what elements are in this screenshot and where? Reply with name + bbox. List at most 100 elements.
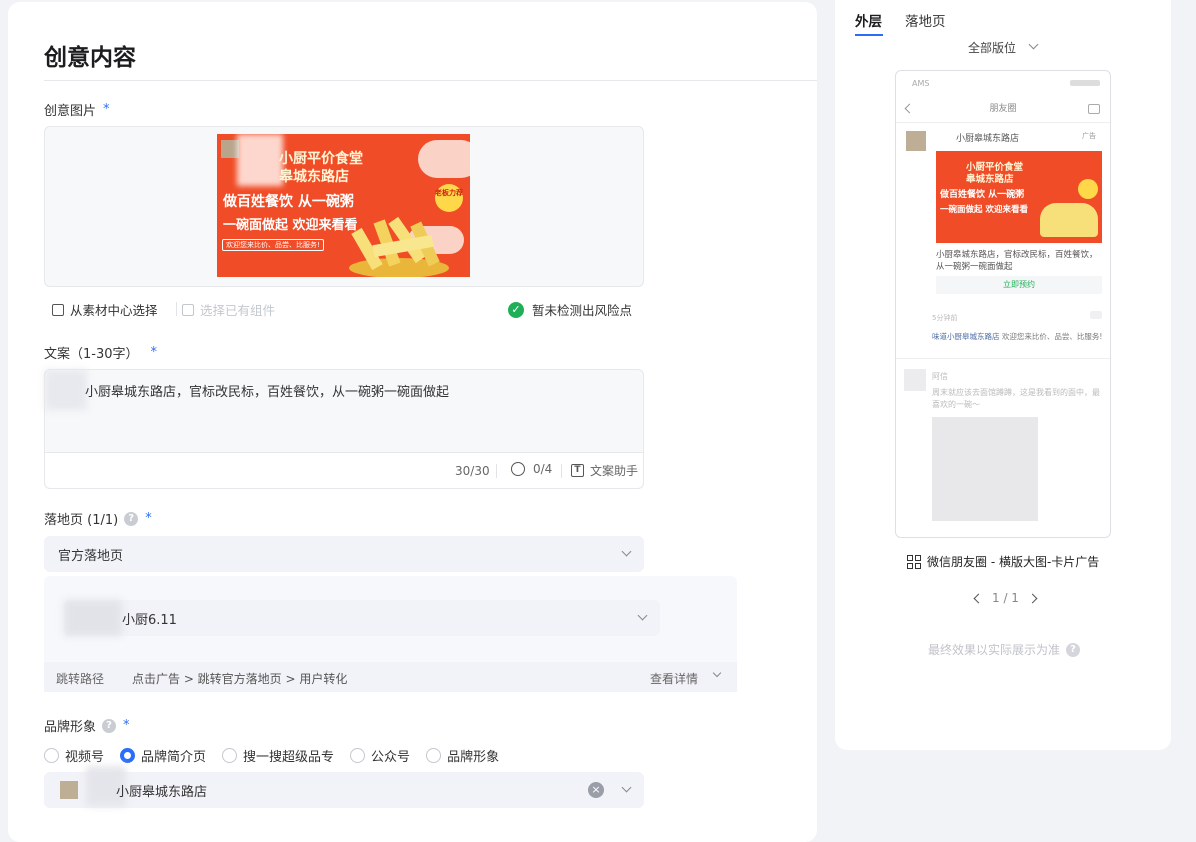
component-icon	[182, 303, 194, 316]
banner-line-3: 做百姓餐饮 从一碗粥	[223, 194, 354, 210]
chevron-down-icon	[637, 610, 648, 621]
ad-banner-image[interactable]: 小厨平价食堂 皋城东路店 做百姓餐饮 从一碗粥 一碗面做起 欢迎来看看 欢迎您来…	[217, 134, 470, 277]
divider	[496, 464, 497, 478]
placement-filter[interactable]: 全部版位	[968, 39, 1039, 56]
title-divider	[44, 80, 817, 81]
page-indicator: 1 / 1	[992, 591, 1019, 605]
smile-icon	[511, 462, 525, 476]
select-existing-component-button[interactable]: 选择已有组件	[182, 300, 275, 319]
risk-status: ✓ 暂未检测出风险点	[508, 300, 632, 319]
friend-name: 阿信	[932, 372, 948, 381]
radio-search-brand-zone[interactable]: 搜一搜超级品专	[222, 746, 334, 765]
phone-navbar: 朋友圈	[896, 95, 1110, 123]
radio-dot[interactable]	[44, 748, 59, 763]
fries-illustration	[349, 216, 449, 277]
radio-dot[interactable]	[350, 748, 366, 763]
help-icon[interactable]: ?	[124, 511, 139, 526]
chevron-down-icon	[621, 782, 632, 793]
text-icon: T	[571, 464, 584, 477]
copy-text-value[interactable]: 小厨皋城东路店，官标改民标，百姓餐饮，从一碗粥一碗面做起	[85, 381, 449, 400]
divider	[896, 358, 1110, 359]
preview-pager: 1 / 1	[973, 591, 1038, 605]
preview-caption-label: 微信朋友圈 - 横版大图-卡片广告	[907, 553, 1099, 570]
preview-card: 外层 落地页 全部版位 AMS 朋友圈 小厨皋城东路店 广告 小厨平价食堂 皋城…	[835, 0, 1171, 750]
banner-line-1: 小厨平价食堂	[279, 151, 363, 167]
banner-small-text: 欢迎您来比价、品尝、比服务!	[222, 239, 324, 251]
image-library-icon	[52, 303, 64, 316]
creative-image-box[interactable]: 小厨平价食堂 皋城东路店 做百姓餐饮 从一碗粥 一碗面做起 欢迎来看看 欢迎您来…	[44, 126, 644, 287]
comment-user: 味道小厨皋城东路店	[932, 332, 1000, 341]
blurred-region	[45, 370, 87, 410]
qr-code-icon[interactable]	[907, 554, 921, 569]
cloud-decoration	[418, 140, 470, 178]
radio-dot-selected[interactable]	[120, 748, 136, 763]
back-icon	[904, 103, 915, 114]
page-title: 创意内容	[44, 45, 136, 71]
preview-banner: 小厨平价食堂 皋城东路店 做百姓餐饮 从一碗粥 一碗面做起 欢迎来看看	[936, 151, 1102, 243]
help-icon[interactable]: ?	[1066, 642, 1081, 657]
post-time: 5分钟前	[932, 314, 958, 322]
chevron-right-icon[interactable]	[1027, 593, 1038, 603]
jump-path-value: 点击广告 > 跳转官方落地页 > 用户转化	[132, 672, 348, 686]
friend-avatar	[904, 369, 926, 391]
brand-profile-select[interactable]: 小厨皋城东路店 ×	[44, 766, 644, 808]
required-mark: *	[145, 511, 152, 526]
jump-path-row: 跳转路径 点击广告 > 跳转官方落地页 > 用户转化 查看详情	[44, 662, 737, 692]
clear-icon[interactable]: ×	[588, 782, 604, 798]
emoji-button[interactable]: 0/4	[511, 462, 552, 476]
chevron-left-icon[interactable]	[973, 593, 984, 603]
radio-dot[interactable]	[222, 748, 238, 763]
friend-post-image	[932, 417, 1038, 521]
divider	[561, 464, 562, 478]
battery-icon	[1070, 80, 1100, 86]
radio-dot[interactable]	[426, 748, 442, 763]
help-icon[interactable]: ?	[102, 718, 117, 733]
landing-page-panel: 小厨6.11 跳转路径 点击广告 > 跳转官方落地页 > 用户转化 查看详情	[44, 576, 737, 692]
select-from-library-button[interactable]: 从素材中心选择	[52, 300, 158, 319]
fries-illustration	[1040, 203, 1098, 237]
friend-post-text: 周末就应该去面馆蹲蹲，这是我看到的面中，最喜欢的一碗～	[932, 388, 1100, 409]
emoji-count: 0/4	[533, 462, 553, 476]
chevron-down-icon	[1028, 39, 1039, 50]
cta-button[interactable]: 立即预约	[936, 276, 1102, 294]
radio-video-account[interactable]: 视频号	[44, 746, 104, 765]
banner-line-4: 一碗面做起 欢迎来看看	[223, 218, 358, 233]
view-details-link[interactable]: 查看详情	[650, 670, 698, 687]
account-name: 小厨皋城东路店	[956, 134, 1020, 144]
comment-text: 欢迎您来比价、品尝、比服务!	[1001, 332, 1103, 341]
tab-landing-page[interactable]: 落地页	[905, 10, 946, 30]
landing-page-select[interactable]: 小厨6.11	[64, 600, 660, 636]
active-tab-indicator	[855, 34, 883, 36]
ad-tag: 广告	[1082, 132, 1096, 140]
preview-disclaimer: 最终效果以实际展示为准 ?	[928, 641, 1081, 658]
landing-section-label: 落地页 (1/1) ? *	[44, 511, 152, 528]
required-mark: *	[150, 345, 158, 360]
comment: 味道小厨皋城东路店 欢迎您来比价、品尝、比服务!	[932, 331, 1104, 342]
required-mark: *	[103, 102, 110, 117]
radio-brand-image[interactable]: 品牌形象	[426, 746, 499, 765]
copy-assistant-button[interactable]: T 文案助手	[571, 462, 638, 479]
banner-badge	[1078, 179, 1098, 199]
account-avatar	[906, 131, 926, 151]
jump-path-label: 跳转路径	[56, 672, 105, 686]
copy-footer: 30/30 0/4 T 文案助手	[45, 452, 643, 488]
tab-outer[interactable]: 外层	[855, 10, 882, 30]
check-circle-icon: ✓	[508, 301, 524, 318]
copy-section-label: 文案（1-30字） *	[44, 345, 158, 362]
copy-textarea[interactable]: 小厨皋城东路店，官标改民标，百姓餐饮，从一碗粥一碗面做起 30/30 0/4 T…	[44, 369, 644, 489]
banner-line-2: 皋城东路店	[279, 169, 349, 185]
brand-section-label: 品牌形象 ? *	[44, 718, 130, 735]
camera-icon	[1088, 104, 1100, 114]
chevron-down-icon	[712, 668, 722, 678]
more-icon	[1090, 311, 1102, 319]
phone-preview: AMS 朋友圈 小厨皋城东路店 广告 小厨平价食堂 皋城东路店 做百姓餐饮 从一…	[895, 70, 1111, 538]
creative-content-card: 创意内容 创意图片 * 小厨平价食堂 皋城东路店 做百姓餐饮 从一碗粥 一碗面做…	[8, 2, 817, 842]
radio-official-account[interactable]: 公众号	[350, 746, 410, 765]
landing-type-select[interactable]: 官方落地页	[44, 536, 644, 572]
preview-caption: 小厨皋城东路店，官标改民标，百姓餐饮，从一碗粥一碗面做起	[936, 250, 1098, 272]
blurred-region	[64, 600, 122, 636]
image-section-label: 创意图片 *	[44, 102, 110, 119]
radio-brand-intro[interactable]: 品牌简介页	[120, 746, 206, 765]
required-mark: *	[123, 718, 130, 733]
brand-avatar	[60, 781, 78, 799]
